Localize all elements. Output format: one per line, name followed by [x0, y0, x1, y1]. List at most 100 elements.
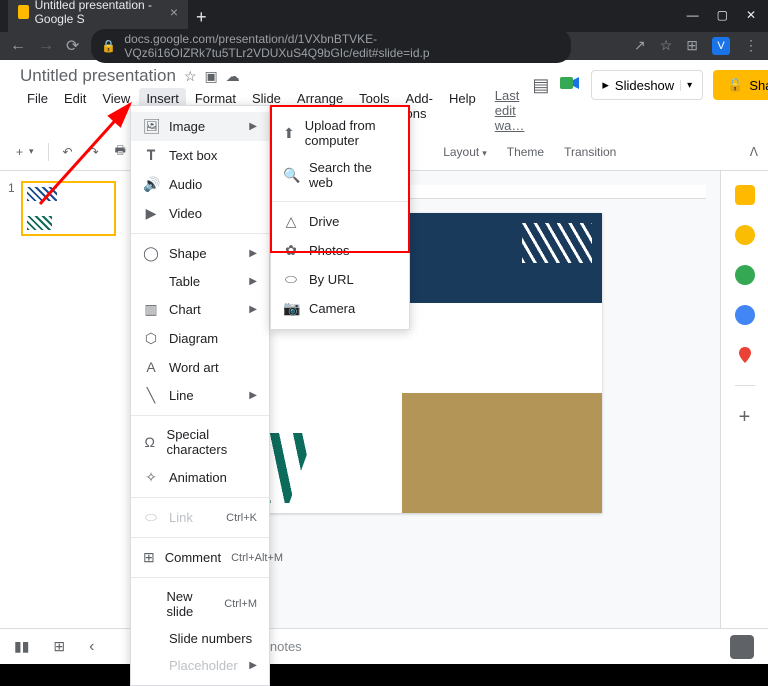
explore-button[interactable]: [730, 635, 754, 659]
close-window-icon[interactable]: ✕: [746, 8, 756, 22]
redo-button[interactable]: ↷: [83, 141, 105, 163]
menu-item-icon: 🖼: [143, 118, 159, 135]
layout-dropdown[interactable]: Layout▾: [435, 141, 495, 163]
insert-item-chart[interactable]: ▥Chart▶: [131, 295, 269, 324]
browser-menu-icon[interactable]: ⋮: [744, 37, 758, 55]
maximize-icon[interactable]: ▢: [717, 8, 728, 22]
menu-item-label: Line: [169, 388, 194, 403]
insert-item-diagram[interactable]: ⬡ Diagram: [131, 324, 269, 353]
image-source-photos[interactable]: ✿Photos: [271, 236, 409, 265]
minimize-icon[interactable]: —: [687, 8, 699, 22]
menu-item-icon: ⊞: [143, 549, 155, 566]
menu-item-label: New slide: [167, 589, 215, 619]
menu-item-label: Comment: [165, 550, 221, 565]
slideshow-dropdown-icon[interactable]: ▾: [680, 80, 692, 91]
menu-item-label: Diagram: [169, 331, 218, 346]
lock-icon: 🔒: [727, 77, 743, 93]
insert-item-comment[interactable]: ⊞CommentCtrl+Alt+M: [131, 543, 269, 572]
chevron-right-icon: ▶: [249, 304, 257, 315]
menu-item-icon: ⬆: [283, 125, 295, 142]
image-source-by-url[interactable]: ⬭By URL: [271, 265, 409, 294]
menu-item-icon: ▶: [143, 205, 159, 222]
menu-item-label: Photos: [309, 243, 349, 258]
comments-icon[interactable]: ▤: [532, 75, 549, 96]
star-icon[interactable]: ☆: [184, 68, 197, 85]
menu-item-label: Special characters: [167, 427, 257, 457]
meet-icon[interactable]: [559, 74, 581, 97]
slide-thumbnail[interactable]: 1: [8, 181, 122, 236]
contacts-icon[interactable]: [735, 305, 755, 325]
menu-item-icon: ╲: [143, 387, 159, 404]
menu-item-label: Animation: [169, 470, 227, 485]
add-addon-icon[interactable]: +: [739, 406, 751, 429]
new-slide-button[interactable]: +▾: [10, 141, 40, 163]
tasks-icon[interactable]: [735, 265, 755, 285]
chevron-right-icon: ▶: [249, 248, 257, 259]
insert-item-image[interactable]: 🖼Image▶: [131, 112, 269, 141]
menu-edit[interactable]: Edit: [57, 88, 93, 133]
address-bar[interactable]: 🔒 docs.google.com/presentation/d/1VXbnBT…: [91, 29, 571, 63]
insert-item-shape[interactable]: ◯ Shape ▶: [131, 239, 269, 268]
last-edit-link[interactable]: Last edit wa…: [495, 88, 525, 133]
document-title[interactable]: Untitled presentation: [20, 66, 176, 86]
menu-item-label: Placeholder: [169, 658, 238, 673]
image-submenu: ⬆Upload from computer🔍Search the web △Dri…: [270, 105, 410, 330]
cloud-status-icon[interactable]: ☁: [226, 68, 240, 85]
menu-shortcut: Ctrl+K: [226, 512, 257, 524]
close-tab-icon[interactable]: ×: [170, 4, 178, 20]
keep-icon[interactable]: [735, 225, 755, 245]
menu-item-icon: ⬭: [143, 509, 159, 526]
filmstrip-view-icon[interactable]: ▮▮: [14, 638, 29, 655]
browser-tab[interactable]: Untitled presentation - Google S ×: [8, 0, 188, 32]
maps-icon[interactable]: [735, 345, 755, 365]
menu-item-label: Camera: [309, 301, 355, 316]
insert-item-special-characters[interactable]: ΩSpecial characters: [131, 421, 269, 463]
collapse-toolbar-icon[interactable]: ᐱ: [750, 145, 758, 159]
image-source-search-the-web[interactable]: 🔍Search the web: [271, 154, 409, 196]
tab-title: Untitled presentation - Google S: [35, 0, 164, 26]
bookmark-icon[interactable]: ☆: [660, 37, 673, 55]
menu-item-icon: ⬭: [283, 271, 299, 288]
menu-item-icon: ◯: [143, 245, 159, 262]
menu-item-label: Word art: [169, 360, 219, 375]
new-tab-button[interactable]: +: [188, 3, 215, 32]
extension-icon[interactable]: ⊞: [686, 37, 698, 55]
insert-item-word-art[interactable]: AWord art: [131, 353, 269, 381]
image-source-drive[interactable]: △Drive: [271, 207, 409, 236]
back-icon[interactable]: ←: [10, 37, 26, 55]
insert-item-new-slide[interactable]: New slideCtrl+M: [131, 583, 269, 625]
slide-number: 1: [8, 181, 15, 236]
insert-item-slide-numbers[interactable]: Slide numbers: [131, 625, 269, 652]
menu-item-icon: △: [283, 213, 299, 230]
menu-item-label: Shape: [169, 246, 207, 261]
chevron-left-icon[interactable]: ‹: [89, 638, 94, 656]
menu-item-icon: 𝐓: [143, 147, 159, 164]
image-source-upload-from-computer[interactable]: ⬆Upload from computer: [271, 112, 409, 154]
insert-item-table[interactable]: Table▶: [131, 268, 269, 295]
menu-help[interactable]: Help: [442, 88, 483, 133]
image-source-camera[interactable]: 📷Camera: [271, 294, 409, 323]
share-button[interactable]: 🔒 Share: [713, 70, 768, 100]
slideshow-button[interactable]: ▸ Slideshow ▾: [591, 70, 703, 100]
undo-button[interactable]: ↶: [57, 141, 79, 163]
insert-item-audio[interactable]: 🔊Audio: [131, 170, 269, 199]
browser-profile-avatar[interactable]: V: [712, 37, 730, 55]
menu-item-icon: ✧: [143, 469, 159, 486]
insert-item-video[interactable]: ▶Video: [131, 199, 269, 228]
menu-item-label: Search the web: [309, 160, 397, 190]
insert-item-link: ⬭LinkCtrl+K: [131, 503, 269, 532]
menu-item-icon: ▥: [143, 301, 159, 318]
calendar-icon[interactable]: [735, 185, 755, 205]
transition-button[interactable]: Transition: [556, 141, 624, 163]
reload-icon[interactable]: ⟳: [66, 36, 79, 56]
insert-item-text-box[interactable]: 𝐓Text box: [131, 141, 269, 170]
insert-item-line[interactable]: ╲Line▶: [131, 381, 269, 410]
print-button[interactable]: 🖶: [109, 137, 132, 166]
menu-file[interactable]: File: [20, 88, 55, 133]
share-url-icon[interactable]: ↗: [634, 37, 646, 55]
move-icon[interactable]: ▣: [205, 68, 218, 85]
theme-button[interactable]: Theme: [499, 141, 552, 163]
menu-item-icon: ⬡: [143, 330, 159, 347]
insert-item-animation[interactable]: ✧ Animation: [131, 463, 269, 492]
grid-view-icon[interactable]: ⊞: [53, 638, 65, 655]
